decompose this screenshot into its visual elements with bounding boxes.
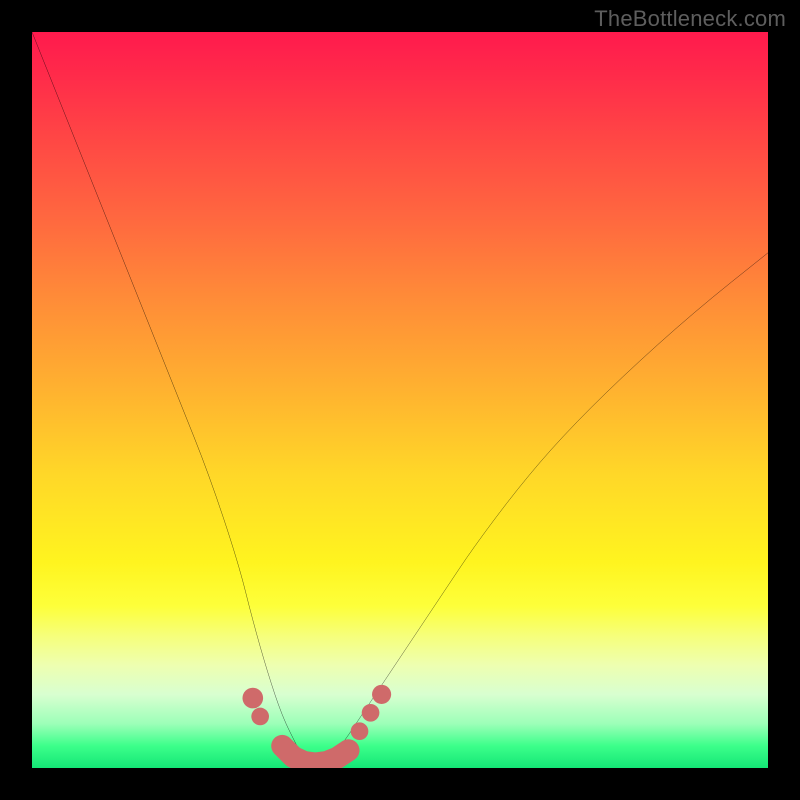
left-dot-lower xyxy=(251,708,269,726)
bottleneck-curve xyxy=(32,32,768,768)
curve-layer xyxy=(32,32,768,768)
plot-area xyxy=(32,32,768,768)
marker-layer xyxy=(242,685,391,764)
left-dot-upper xyxy=(242,688,263,709)
right-dot-lower xyxy=(351,722,369,740)
right-dot-upper xyxy=(372,685,391,704)
watermark-text: TheBottleneck.com xyxy=(594,6,786,32)
bottom-sausage xyxy=(282,746,348,764)
right-dot-mid xyxy=(362,704,380,722)
chart-frame: TheBottleneck.com xyxy=(0,0,800,800)
